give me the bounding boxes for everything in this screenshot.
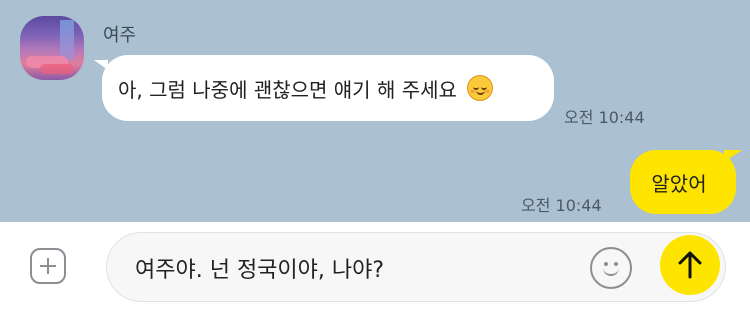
incoming-message-time: 오전 10:44 [564, 108, 645, 127]
plus-icon[interactable] [30, 248, 66, 284]
incoming-message-bubble[interactable]: 아, 그럼 나중에 괜찮으면 얘기 해 주세요 [102, 55, 554, 121]
message-input-value[interactable]: 여주야. 넌 정국이야, 나야? [135, 252, 384, 284]
outgoing-message-text: 알았어 [651, 171, 707, 196]
sender-avatar[interactable] [20, 16, 84, 80]
send-button[interactable] [660, 235, 720, 295]
smiling-face-icon [466, 75, 493, 101]
chat-area: 여주 아, 그럼 나중에 괜찮으면 얘기 해 주세요 오전 10:44 오전 1… [0, 0, 750, 222]
arrow-up-icon [678, 251, 702, 279]
sender-name: 여주 [103, 25, 137, 46]
smile-icon[interactable] [590, 247, 632, 289]
outgoing-message-bubble[interactable]: 알았어 [630, 150, 736, 214]
outgoing-message-time: 오전 10:44 [521, 196, 602, 215]
incoming-message-text: 아, 그럼 나중에 괜찮으면 얘기 해 주세요 [118, 77, 457, 102]
